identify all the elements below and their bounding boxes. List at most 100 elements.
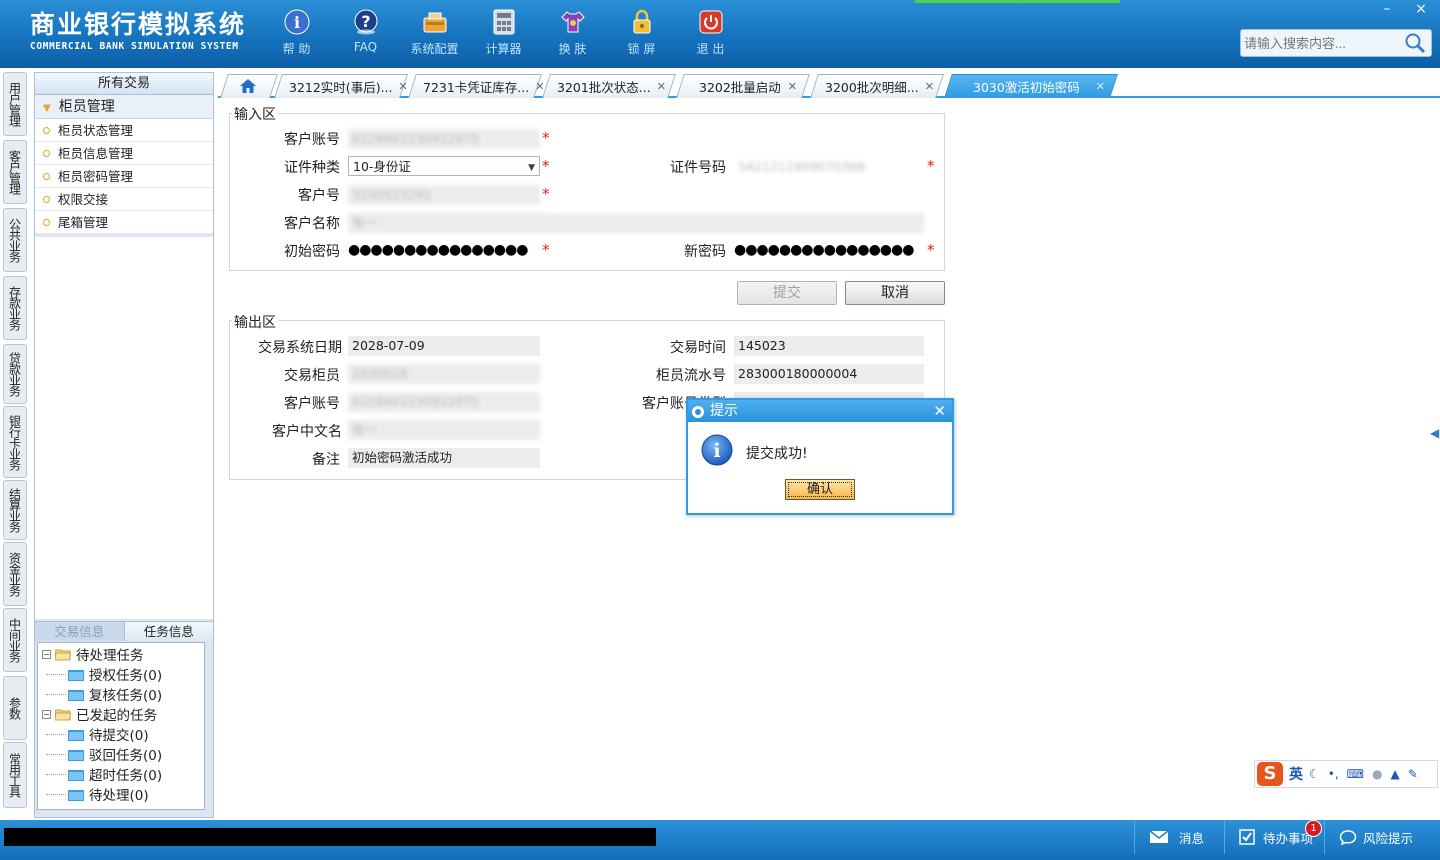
sogou-logo-icon[interactable]: S: [1257, 762, 1283, 786]
folder-icon: [68, 689, 84, 701]
config-button[interactable]: 系统配置: [400, 8, 469, 57]
keyboard-icon[interactable]: ⌨: [1347, 767, 1364, 781]
vtab-common-tools[interactable]: 常用工具: [3, 742, 27, 808]
tree-node-started[interactable]: − 已发起的任务: [38, 704, 204, 724]
moon-icon[interactable]: ☾: [1309, 767, 1320, 781]
tree-node-rejected[interactable]: 驳回任务(0): [38, 744, 204, 764]
app-header: 商业银行模拟系统 COMMERCIAL BANK SIMULATION SYST…: [0, 0, 1440, 68]
vtab-fund-business[interactable]: 资金业务: [3, 542, 27, 606]
menu-item-teller-info[interactable]: 柜员信息管理: [35, 142, 213, 165]
tab-strip: 3212实时(事后)... ✕ 7231卡凭证库存... ✕ 3201批次状态...…: [218, 72, 1440, 98]
shirt-icon[interactable]: ▲: [1390, 767, 1399, 781]
close-window-button[interactable]: ×: [1406, 0, 1436, 18]
account-field[interactable]: 6228461230912875: [348, 129, 540, 149]
status-bar: 消息 待办事项 风险提示: [0, 820, 1440, 860]
customer-no-field[interactable]: 3100523291: [348, 185, 540, 205]
calculator-button[interactable]: 计算器: [469, 8, 538, 57]
tab-3200[interactable]: 3200批次明细... ✕: [810, 74, 944, 98]
vtab-settlement-business[interactable]: 结算业务: [3, 480, 27, 540]
required-mark: *: [542, 157, 550, 175]
close-icon[interactable]: ✕: [933, 400, 946, 422]
close-tab-icon[interactable]: ✕: [529, 80, 544, 93]
user-icon[interactable]: ●: [1372, 767, 1382, 781]
menu-item-teller-password[interactable]: 柜员密码管理: [35, 165, 213, 188]
menu-item-cash-box[interactable]: 尾箱管理: [35, 211, 213, 234]
tree-node-timeout[interactable]: 超时任务(0): [38, 764, 204, 784]
tree-node-review[interactable]: 复核任务(0): [38, 684, 204, 704]
folder-icon: [68, 729, 84, 741]
teller-management-group[interactable]: ▼ 柜员管理: [35, 95, 213, 119]
messages-button[interactable]: 消息: [1134, 820, 1224, 854]
close-tab-icon[interactable]: ✕: [919, 80, 934, 93]
vtab-intermediary-business[interactable]: 中间业务: [3, 608, 27, 672]
search-input[interactable]: [1244, 33, 1404, 53]
wrench-icon[interactable]: ✎: [1408, 767, 1418, 781]
close-tab-icon[interactable]: ✕: [1090, 80, 1105, 93]
vtab-loan-business[interactable]: 贷款业务: [3, 344, 27, 404]
required-mark: *: [542, 241, 550, 259]
tab-3212[interactable]: 3212实时(事后)... ✕: [274, 74, 408, 98]
customer-name-label: 客户名称: [284, 216, 340, 232]
power-icon: [697, 8, 725, 36]
tree-node-authorization[interactable]: 授权任务(0): [38, 664, 204, 684]
tree-node-to-process[interactable]: 待处理(0): [38, 784, 204, 804]
caret-down-icon: ▼: [43, 103, 51, 114]
tree-node-pending[interactable]: − 待处理任务: [38, 644, 204, 664]
cancel-button[interactable]: 取消: [845, 281, 945, 305]
bullet-icon: [43, 173, 50, 180]
help-button[interactable]: i 帮 助: [262, 8, 331, 57]
minimize-button[interactable]: –: [1372, 0, 1402, 18]
collapse-icon[interactable]: −: [42, 649, 51, 659]
search-icon[interactable]: [1403, 32, 1427, 58]
lock-button[interactable]: 锁 屏: [607, 8, 676, 57]
vtab-customer-management[interactable]: 客户管理: [3, 140, 27, 204]
tab-3201[interactable]: 3201批次状态... ✕: [542, 74, 676, 98]
cn-name-field: 张一: [348, 420, 540, 440]
id-number-field[interactable]: 5421211999070366: [734, 157, 924, 177]
menu-item-permission-handover[interactable]: 权限交接: [35, 188, 213, 211]
collapse-icon[interactable]: −: [42, 709, 51, 719]
close-tab-icon[interactable]: ✕: [651, 80, 666, 93]
tab-7231[interactable]: 7231卡凭证库存... ✕: [408, 74, 544, 98]
vtab-user-management[interactable]: 用户管理: [3, 72, 27, 136]
ime-mode[interactable]: 英: [1289, 764, 1303, 784]
confirm-button[interactable]: 确认: [785, 479, 855, 500]
collapse-arrow-icon[interactable]: ◀: [1430, 426, 1439, 440]
faq-button[interactable]: ? FAQ: [331, 8, 400, 57]
id-type-select[interactable]: 10-身份证 ▼: [348, 156, 540, 176]
vtab-bank-card-business[interactable]: 银行卡业务: [3, 406, 27, 478]
tree-node-to-submit[interactable]: 待提交(0): [38, 724, 204, 744]
submit-button[interactable]: 提交: [737, 281, 837, 305]
punctuation-icon[interactable]: •,: [1328, 767, 1339, 781]
folder-open-icon: [55, 649, 71, 660]
help-label: 帮 助: [282, 42, 311, 56]
tab-task-info[interactable]: 任务信息: [123, 622, 213, 641]
chevron-down-icon: ▼: [528, 163, 535, 173]
required-mark: *: [542, 185, 550, 203]
init-password-field[interactable]: ●●●●●●●●●●●●●●●●: [348, 240, 540, 260]
skin-button[interactable]: 换 肤: [538, 8, 607, 57]
risk-alert-button[interactable]: 风险提示: [1324, 820, 1440, 854]
skin-label: 换 肤: [558, 42, 587, 56]
folder-icon: [68, 749, 84, 761]
vtab-deposit-business[interactable]: 存款业务: [3, 276, 27, 340]
close-tab-icon[interactable]: ✕: [393, 80, 408, 93]
svg-text:i: i: [713, 440, 720, 462]
dialog-title: 提示: [710, 403, 738, 419]
out-account-field: 6228461230912875: [348, 392, 540, 412]
task-tabs: 交易信息 任务信息: [35, 621, 213, 641]
folder-open-icon: [55, 709, 71, 720]
close-tab-icon[interactable]: ✕: [782, 80, 797, 93]
tab-3202[interactable]: 3202批量启动 ✕: [676, 74, 810, 98]
tab-transaction-info[interactable]: 交易信息: [35, 622, 124, 641]
brand: 商业银行模拟系统 COMMERCIAL BANK SIMULATION SYST…: [30, 10, 246, 52]
bullet-icon: [43, 219, 50, 226]
new-password-field[interactable]: ●●●●●●●●●●●●●●●●: [734, 240, 924, 260]
tab-home[interactable]: [220, 74, 278, 98]
tab-3030[interactable]: 3030激活初始密码 ✕: [944, 74, 1118, 98]
menu-item-teller-status[interactable]: 柜员状态管理: [35, 119, 213, 142]
vtab-public-business[interactable]: 公共业务: [3, 208, 27, 272]
vtab-parameters[interactable]: 参数: [3, 676, 27, 740]
customer-no-label: 客户号: [298, 188, 340, 204]
exit-button[interactable]: 退 出: [676, 8, 745, 57]
